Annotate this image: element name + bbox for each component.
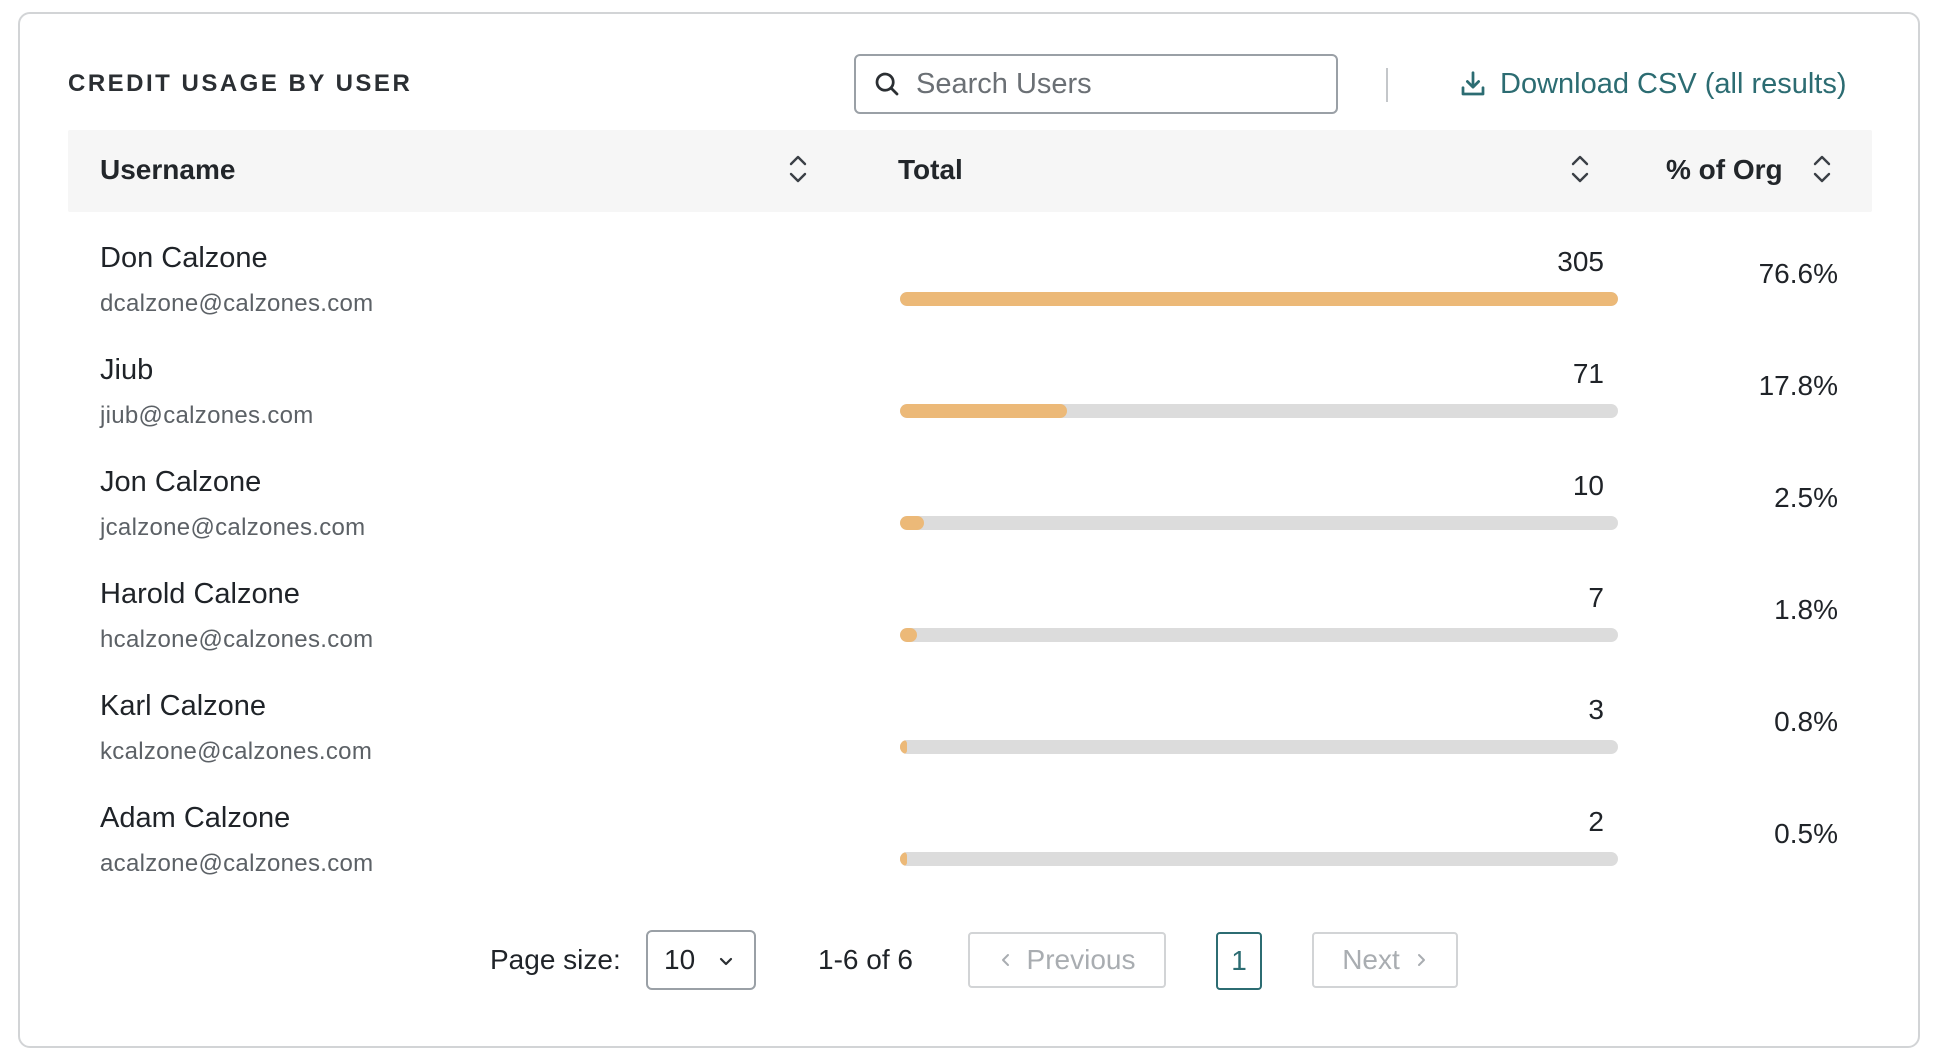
sort-icon[interactable] <box>786 152 810 186</box>
chevron-down-icon <box>719 957 733 966</box>
usage-bar <box>900 628 1618 642</box>
total-value: 3 <box>1588 694 1604 725</box>
user-name: Karl Calzone <box>100 690 267 722</box>
credit-usage-card: CREDIT USAGE BY USER Download CSV (all r… <box>18 12 1920 1048</box>
chevron-left-icon <box>1001 954 1009 966</box>
user-email: kcalzone@calzones.com <box>100 738 373 765</box>
usage-bar <box>900 740 1618 754</box>
usage-bar <box>900 852 1618 866</box>
percent-of-org: 2.5% <box>1774 482 1838 513</box>
pagination: Page size: 10 1-6 of 6 Previous 1 Next <box>20 930 1918 990</box>
column-header-percent-of-org[interactable]: % of Org <box>1666 154 1783 186</box>
download-csv-button[interactable]: Download CSV (all results) <box>1458 64 1847 104</box>
total-value: 305 <box>1557 246 1604 277</box>
chevron-right-icon <box>1417 954 1425 966</box>
table-row: Harold Calzone hcalzone@calzones.com 7 1… <box>68 562 1872 674</box>
user-email: jiub@calzones.com <box>100 402 314 429</box>
table-row: Adam Calzone acalzone@calzones.com 2 0.5… <box>68 786 1872 898</box>
usage-bar-fill <box>900 852 908 866</box>
usage-bar-fill <box>900 740 908 754</box>
previous-page-button[interactable]: Previous <box>968 932 1166 988</box>
sort-icon[interactable] <box>1568 152 1592 186</box>
pagination-range: 1-6 of 6 <box>818 944 913 975</box>
column-header-total[interactable]: Total <box>898 154 963 186</box>
sort-icon[interactable] <box>1810 152 1834 186</box>
table-row: Jon Calzone jcalzone@calzones.com 10 2.5… <box>68 450 1872 562</box>
percent-of-org: 17.8% <box>1758 370 1838 401</box>
percent-of-org: 0.5% <box>1774 818 1838 849</box>
next-page-button[interactable]: Next <box>1312 932 1458 988</box>
usage-bar <box>900 516 1618 530</box>
user-name: Don Calzone <box>100 242 268 274</box>
download-csv-label: Download CSV (all results) <box>1500 67 1847 100</box>
page-size-value: 10 <box>664 944 696 975</box>
user-email: acalzone@calzones.com <box>100 850 374 877</box>
total-value: 2 <box>1588 806 1604 837</box>
user-email: jcalzone@calzones.com <box>100 514 366 541</box>
next-label: Next <box>1342 944 1400 975</box>
user-name: Adam Calzone <box>100 802 291 834</box>
usage-bar-fill <box>900 516 924 530</box>
user-name: Jiub <box>100 354 154 386</box>
page-size-select[interactable]: 10 <box>646 930 756 990</box>
total-value: 71 <box>1572 358 1604 389</box>
column-header-username[interactable]: Username <box>100 154 235 186</box>
download-icon <box>1461 71 1485 96</box>
total-value: 10 <box>1572 470 1604 501</box>
page-size-label: Page size: <box>490 944 621 975</box>
percent-of-org: 0.8% <box>1774 706 1838 737</box>
card-title: CREDIT USAGE BY USER <box>68 70 413 97</box>
table-row: Jiub jiub@calzones.com 71 17.8% <box>68 338 1872 450</box>
percent-of-org: 1.8% <box>1774 594 1838 625</box>
table-header: Username Total % of Org <box>68 130 1872 212</box>
usage-bar-fill <box>900 628 917 642</box>
previous-label: Previous <box>1026 944 1136 975</box>
usage-bar-fill <box>900 292 1618 306</box>
search-icon <box>875 72 899 96</box>
table-row: Karl Calzone kcalzone@calzones.com 3 0.8… <box>68 674 1872 786</box>
search-input[interactable] <box>916 67 1316 101</box>
search-box[interactable] <box>854 54 1338 114</box>
usage-bar <box>900 404 1618 418</box>
user-email: hcalzone@calzones.com <box>100 626 374 653</box>
percent-of-org: 76.6% <box>1758 258 1838 289</box>
total-value: 7 <box>1588 582 1604 613</box>
usage-bar <box>900 292 1618 306</box>
user-name: Harold Calzone <box>100 578 300 610</box>
usage-bar-fill <box>900 404 1068 418</box>
page-number-button[interactable]: 1 <box>1216 932 1262 990</box>
toolbar-divider <box>1386 68 1388 102</box>
table-row: Don Calzone dcalzone@calzones.com 305 76… <box>68 226 1872 338</box>
user-email: dcalzone@calzones.com <box>100 290 374 317</box>
user-name: Jon Calzone <box>100 466 262 498</box>
